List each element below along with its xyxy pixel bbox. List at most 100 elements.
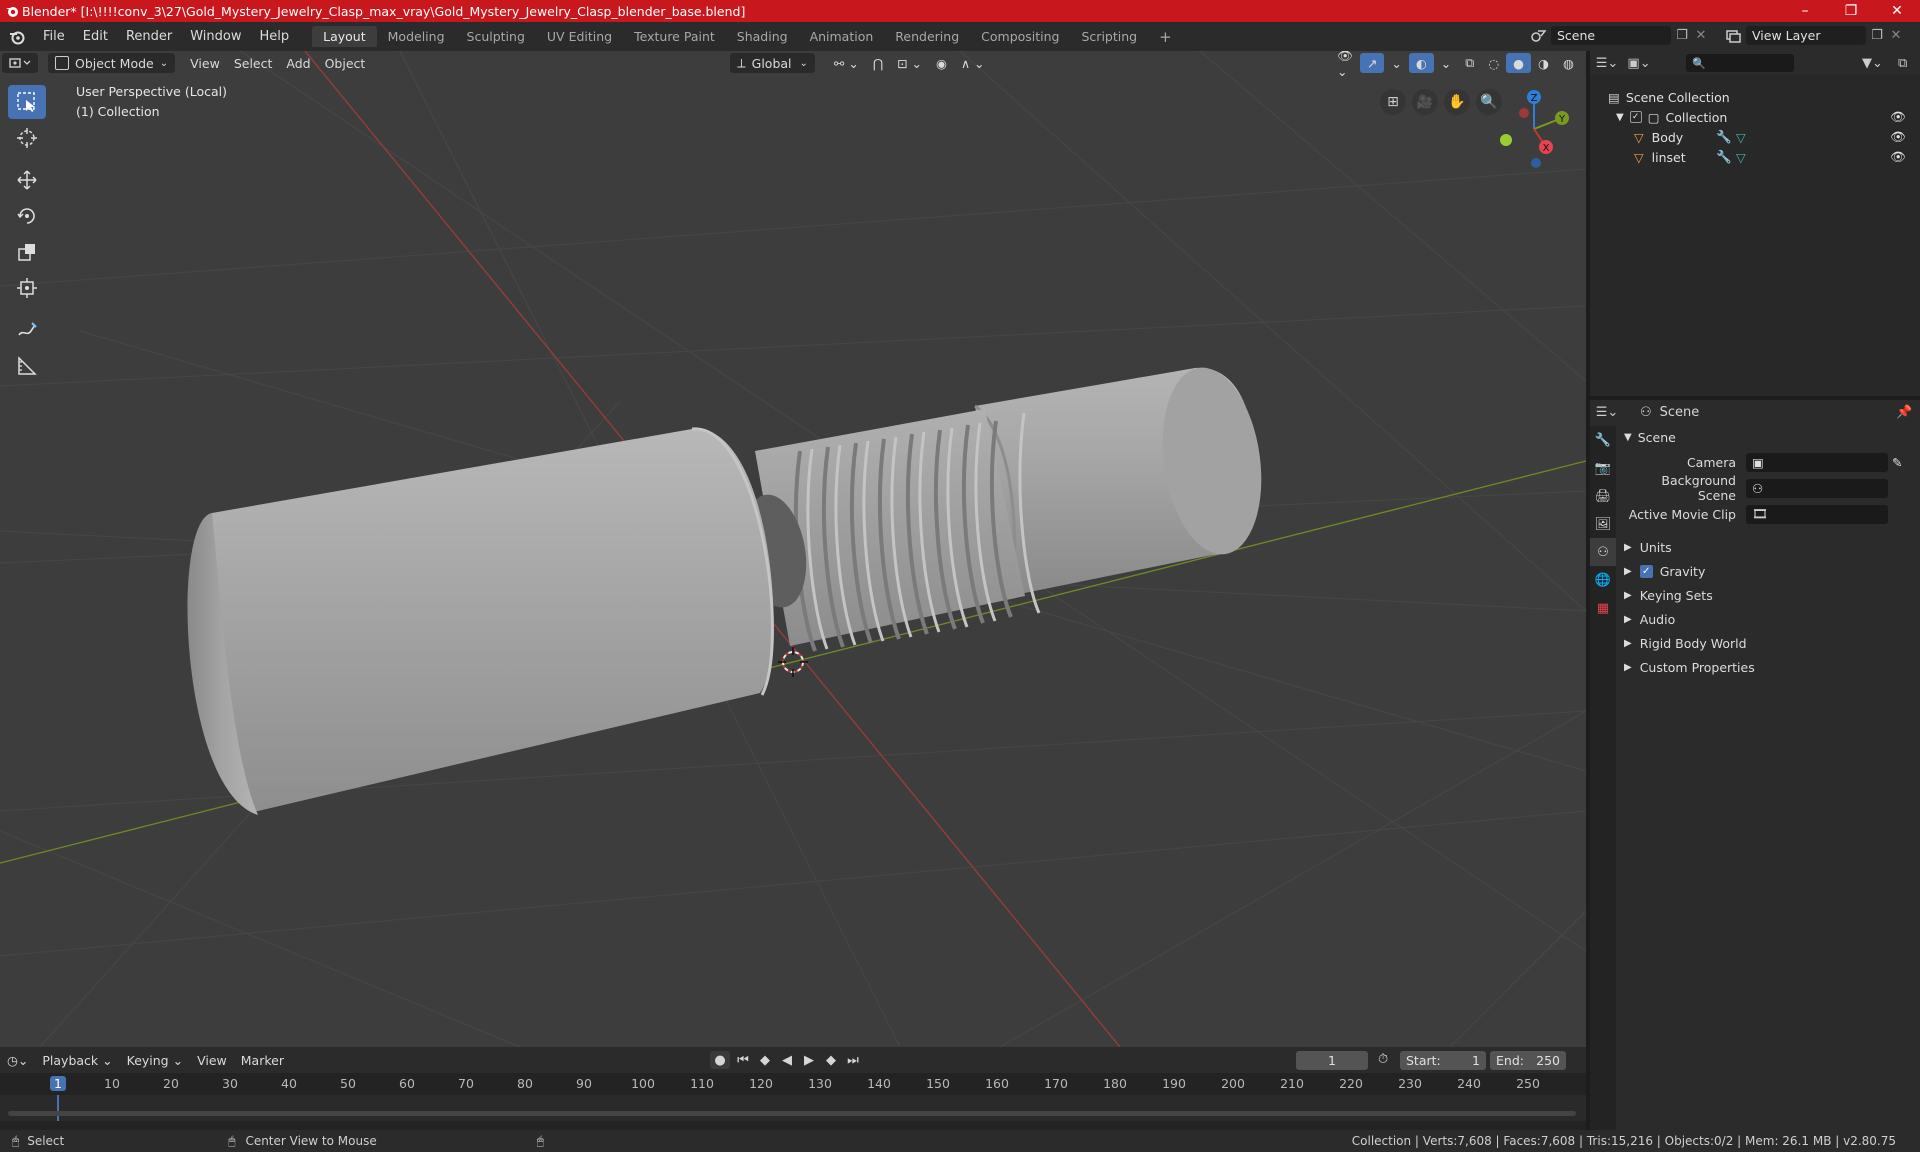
- scene-browse-icon[interactable]: [1527, 29, 1551, 43]
- new-view-layer-icon[interactable]: ❐: [1866, 28, 1888, 43]
- eye-icon[interactable]: 👁: [1890, 129, 1906, 145]
- timeline-menu-keying[interactable]: Keying ⌄: [120, 1050, 190, 1070]
- jump-start-icon[interactable]: ⏮: [734, 1053, 752, 1068]
- overlays-dropdown-icon[interactable]: ⌄: [1434, 53, 1458, 73]
- play-icon[interactable]: ▶: [800, 1053, 818, 1068]
- tab-sculpting[interactable]: Sculpting: [456, 26, 536, 47]
- tab-shading[interactable]: Shading: [726, 26, 799, 47]
- proportional-edit-icon[interactable]: ◉: [929, 53, 954, 73]
- tool-tab-icon[interactable]: 🔧: [1590, 426, 1616, 454]
- menu-window[interactable]: Window: [181, 29, 250, 44]
- gizmo-dropdown-icon[interactable]: ⌄: [1384, 53, 1408, 73]
- texture-tab-icon[interactable]: ▦: [1590, 594, 1616, 622]
- modifier-wrench-icon[interactable]: 🔧: [1716, 129, 1732, 145]
- object-mode-dropdown[interactable]: Object Mode ⌄: [48, 53, 176, 73]
- overlays-toggle-icon[interactable]: ◐: [1408, 53, 1434, 73]
- tab-animation[interactable]: Animation: [799, 26, 885, 47]
- timeline-editor-type-icon[interactable]: ◷⌄: [0, 1050, 35, 1070]
- cursor-tool-icon[interactable]: [8, 121, 46, 155]
- tab-layout[interactable]: Layout: [312, 26, 377, 47]
- wireframe-shading-icon[interactable]: ◌: [1481, 53, 1506, 73]
- snap-target-icon[interactable]: ⊡ ⌄: [890, 53, 929, 73]
- properties-editor-type-icon[interactable]: ☰⌄: [1590, 405, 1624, 420]
- add-workspace-button[interactable]: +: [1148, 25, 1183, 49]
- rendered-shading-icon[interactable]: ◍: [1556, 53, 1581, 73]
- keying-sets-section[interactable]: ▶ Keying Sets: [1624, 584, 1920, 606]
- current-frame-field[interactable]: 1: [1296, 1051, 1368, 1070]
- render-tab-icon[interactable]: 📷: [1590, 454, 1616, 482]
- disclosure-triangle-icon[interactable]: ▼: [1616, 112, 1624, 123]
- outliner-item-linset[interactable]: ▽ linset 🔧 ▽ 👁: [1634, 147, 1916, 167]
- xray-toggle-icon[interactable]: ⧉: [1458, 53, 1481, 73]
- gravity-section[interactable]: ▶ ✓ Gravity: [1624, 560, 1920, 582]
- gizmo-toggle-icon[interactable]: ↗: [1359, 53, 1385, 73]
- shading-dropdown-icon[interactable]: ⌄: [1581, 53, 1586, 73]
- units-section[interactable]: ▶ Units: [1624, 536, 1920, 558]
- select-box-tool-icon[interactable]: [8, 85, 46, 119]
- timeline-scrollbar[interactable]: [8, 1111, 1576, 1116]
- grid-toggle-icon[interactable]: ⊞: [1380, 89, 1406, 115]
- remove-view-layer-icon[interactable]: ✕: [1888, 28, 1904, 43]
- viewport-menu-view[interactable]: View: [183, 53, 227, 73]
- timeline-menu-view[interactable]: View: [190, 1050, 234, 1070]
- record-icon[interactable]: ●: [710, 1051, 730, 1069]
- menu-edit[interactable]: Edit: [74, 29, 117, 44]
- material-shading-icon[interactable]: ◑: [1531, 53, 1556, 73]
- rotate-tool-icon[interactable]: [8, 199, 46, 233]
- audio-section[interactable]: ▶ Audio: [1624, 608, 1920, 630]
- tab-rendering[interactable]: Rendering: [884, 26, 970, 47]
- measure-tool-icon[interactable]: [8, 349, 46, 383]
- minimize-button[interactable]: –: [1782, 0, 1828, 22]
- filter-icon[interactable]: ▼⌄: [1862, 56, 1883, 71]
- timeline-menu-marker[interactable]: Marker: [234, 1050, 291, 1070]
- mesh-data-icon[interactable]: ▽: [1736, 130, 1746, 145]
- exclude-checkbox[interactable]: ✓: [1629, 111, 1642, 123]
- active-movie-clip-field[interactable]: 🎞: [1746, 504, 1888, 524]
- play-reverse-icon[interactable]: ◀: [778, 1053, 796, 1068]
- scale-tool-icon[interactable]: [8, 235, 46, 269]
- transform-tool-icon[interactable]: [8, 271, 46, 305]
- outliner-item-body[interactable]: ▽ Body 🔧 ▽ 👁: [1634, 127, 1916, 147]
- tab-scripting[interactable]: Scripting: [1071, 26, 1149, 47]
- start-frame-field[interactable]: Start: 1: [1400, 1051, 1486, 1070]
- jump-end-icon[interactable]: ⏭: [844, 1053, 862, 1068]
- keyframe-area[interactable]: [0, 1095, 1586, 1121]
- scene-name-field[interactable]: Scene: [1551, 26, 1671, 45]
- tab-compositing[interactable]: Compositing: [970, 26, 1070, 47]
- visibility-icon[interactable]: 👁 ⌄: [1330, 51, 1360, 79]
- timeline-menu-playback[interactable]: Playback ⌄: [35, 1050, 119, 1070]
- eyedropper-icon[interactable]: ✎: [1892, 455, 1902, 470]
- scene-tab-icon[interactable]: ⚇: [1590, 538, 1616, 566]
- output-tab-icon[interactable]: 🖨: [1590, 482, 1616, 510]
- end-frame-field[interactable]: End: 250: [1490, 1051, 1566, 1070]
- move-tool-icon[interactable]: [8, 163, 46, 197]
- eye-icon[interactable]: 👁: [1890, 149, 1906, 165]
- transform-orientation-dropdown[interactable]: ⟂ Global ⌄: [730, 53, 815, 73]
- pivot-point-icon[interactable]: ⚯ ⌄: [827, 53, 866, 73]
- scene-collection-row[interactable]: ▤ Scene Collection: [1608, 87, 1730, 107]
- maximize-button[interactable]: ❐: [1828, 0, 1874, 22]
- rigid-body-world-section[interactable]: ▶ Rigid Body World: [1624, 632, 1920, 654]
- blender-menu-icon[interactable]: [0, 29, 34, 45]
- menu-file[interactable]: File: [34, 29, 74, 44]
- preview-range-icon[interactable]: ⏱: [1378, 1052, 1388, 1067]
- snap-icon[interactable]: ⋂: [866, 53, 890, 73]
- remove-scene-icon[interactable]: ✕: [1693, 28, 1709, 43]
- gravity-checkbox[interactable]: ✓: [1639, 564, 1653, 578]
- scene-panel-header[interactable]: ▼ Scene: [1624, 426, 1920, 448]
- view-layer-field[interactable]: View Layer: [1746, 26, 1866, 45]
- outliner-search-input[interactable]: 🔍: [1686, 54, 1794, 72]
- eye-icon[interactable]: 👁: [1890, 109, 1906, 125]
- pan-view-icon[interactable]: ✋: [1444, 89, 1470, 115]
- viewport-menu-select[interactable]: Select: [227, 53, 280, 73]
- axis-gizmo[interactable]: Z Y X: [1490, 85, 1576, 171]
- viewport-menu-object[interactable]: Object: [318, 53, 373, 73]
- collection-row[interactable]: ▼ ✓ ▢ Collection 👁: [1616, 107, 1916, 127]
- solid-shading-icon[interactable]: ●: [1506, 53, 1532, 73]
- camera-field[interactable]: ▣: [1746, 452, 1888, 472]
- mesh-data-icon[interactable]: ▽: [1736, 150, 1746, 165]
- world-tab-icon[interactable]: 🌐: [1590, 566, 1616, 594]
- next-keyframe-icon[interactable]: ◆: [822, 1053, 840, 1068]
- new-scene-icon[interactable]: ❐: [1671, 28, 1693, 43]
- menu-render[interactable]: Render: [117, 29, 181, 44]
